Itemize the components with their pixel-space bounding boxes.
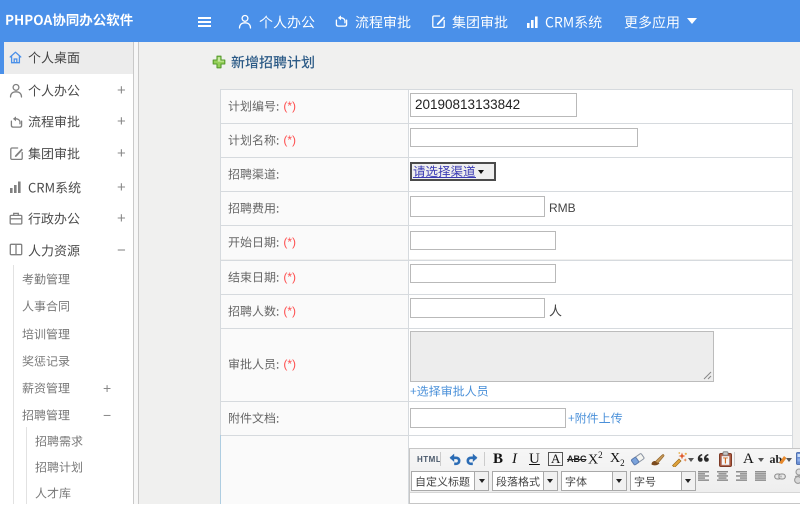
- svg-text:T: T: [723, 457, 728, 466]
